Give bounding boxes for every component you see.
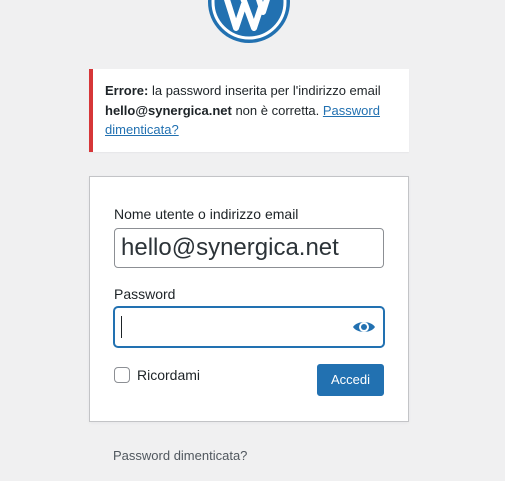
text-caret: [121, 316, 122, 338]
error-label: Errore:: [105, 83, 149, 98]
remember-me[interactable]: Ricordami: [114, 365, 200, 385]
password-label: Password: [114, 286, 176, 302]
remember-me-label[interactable]: Ricordami: [137, 367, 200, 383]
wordpress-logo-icon[interactable]: [207, 0, 291, 44]
username-input[interactable]: hello@synergica.net: [114, 228, 384, 268]
error-message-text-2: non è corretta.: [231, 102, 323, 118]
password-input[interactable]: [114, 307, 384, 347]
login-error-notice: Errore: la password inserita per l'indir…: [89, 69, 409, 152]
show-password-eye-icon[interactable]: [351, 316, 377, 338]
username-label: Nome utente o indirizzo email: [114, 206, 299, 222]
error-email: hello@synergica.net: [105, 102, 232, 118]
login-form: Nome utente o indirizzo email hello@syne…: [89, 176, 409, 422]
login-submit-button[interactable]: Accedi: [317, 364, 384, 396]
lost-password-link[interactable]: Password dimenticata?: [113, 448, 247, 463]
error-message-text: la password inserita per l'indirizzo ema…: [148, 83, 381, 98]
remember-me-checkbox[interactable]: [114, 367, 130, 383]
